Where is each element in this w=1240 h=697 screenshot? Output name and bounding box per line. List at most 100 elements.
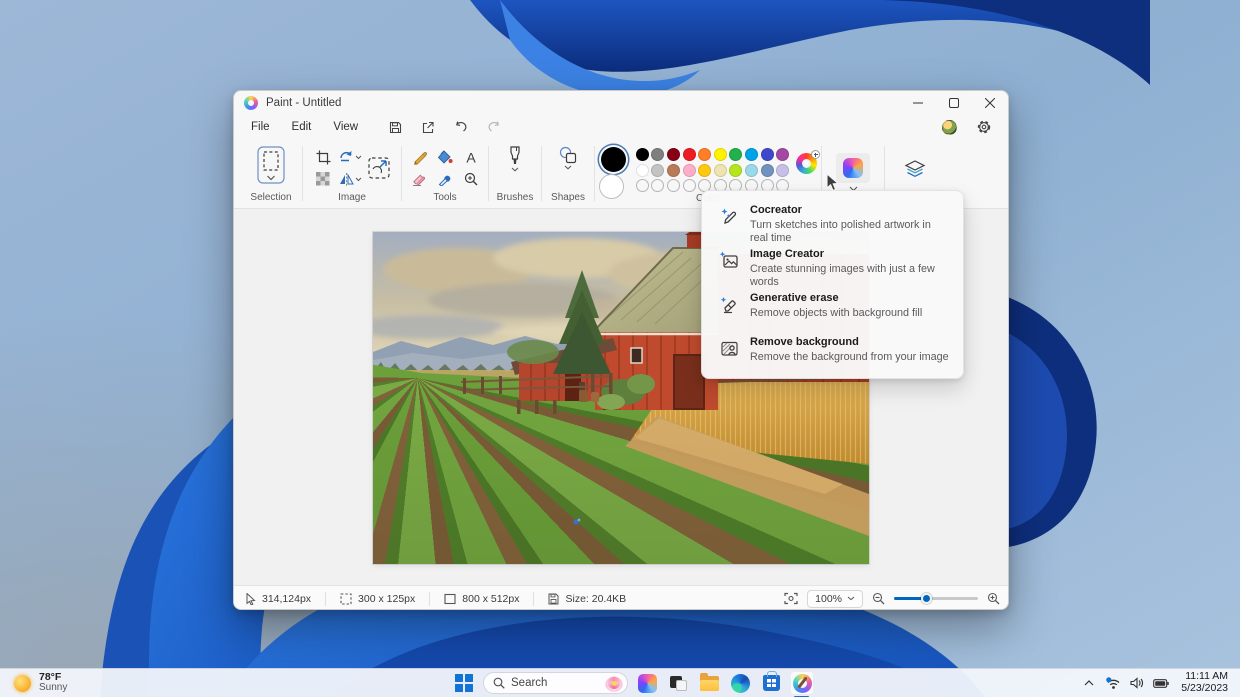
menu-item-generative-erase[interactable]: Generative erase Remove objects with bac… bbox=[705, 285, 960, 329]
zoom-dropdown[interactable]: 100% bbox=[807, 589, 863, 608]
eyedropper-icon[interactable] bbox=[433, 169, 457, 189]
edit-colors-icon[interactable] bbox=[796, 150, 821, 174]
magnifier-icon[interactable] bbox=[459, 169, 483, 189]
menu-item-image-creator[interactable]: Image Creator Create stunning images wit… bbox=[705, 241, 960, 288]
layers-button[interactable] bbox=[898, 153, 932, 187]
redo-icon[interactable] bbox=[482, 117, 506, 137]
transparent-selection-icon[interactable] bbox=[311, 169, 335, 189]
undo-icon[interactable] bbox=[449, 117, 473, 137]
shapes-icon[interactable] bbox=[559, 146, 577, 170]
share-icon[interactable] bbox=[416, 117, 440, 137]
taskbar-item-edge[interactable] bbox=[728, 671, 752, 695]
copilot-icon bbox=[843, 158, 863, 178]
color-swatch[interactable] bbox=[698, 163, 712, 177]
shapes-group: Shapes bbox=[544, 139, 592, 208]
menu-item-title: Generative erase bbox=[750, 292, 839, 304]
tools-group-label: Tools bbox=[433, 192, 457, 203]
copilot-button[interactable] bbox=[836, 153, 870, 183]
color-swatch[interactable] bbox=[698, 148, 712, 161]
zoom-in-icon[interactable] bbox=[987, 592, 1000, 605]
flip-icon[interactable] bbox=[338, 169, 362, 189]
empty-color-slot[interactable] bbox=[682, 179, 696, 193]
menu-view[interactable]: View bbox=[322, 118, 369, 136]
crop-icon[interactable] bbox=[311, 147, 335, 167]
cursor-position: 314,124px bbox=[242, 592, 315, 605]
network-icon[interactable] bbox=[1103, 672, 1123, 694]
selection-size: 300 x 125px bbox=[336, 593, 419, 605]
save-icon[interactable] bbox=[383, 117, 407, 137]
canvas-size: 800 x 512px bbox=[440, 593, 523, 605]
title-bar[interactable]: Paint - Untitled bbox=[234, 91, 1008, 115]
color-grid bbox=[635, 147, 790, 193]
taskbar-item-copilot[interactable] bbox=[635, 671, 659, 695]
pencil-icon[interactable] bbox=[407, 147, 431, 167]
taskbar-item-paint[interactable] bbox=[790, 671, 814, 697]
weather-widget[interactable]: 78°F Sunny bbox=[8, 669, 73, 697]
color-swatch[interactable] bbox=[744, 163, 758, 177]
menu-item-description: Remove objects with background fill bbox=[750, 307, 923, 320]
fit-to-window-icon[interactable] bbox=[784, 592, 798, 605]
menu-edit[interactable]: Edit bbox=[281, 118, 323, 136]
color-swatch[interactable] bbox=[729, 163, 743, 177]
resize-icon[interactable] bbox=[364, 153, 394, 183]
empty-color-slot[interactable] bbox=[667, 179, 681, 193]
brush-icon[interactable] bbox=[508, 146, 522, 172]
menu-file[interactable]: File bbox=[240, 118, 281, 136]
zoom-slider[interactable] bbox=[894, 593, 978, 604]
color-swatch[interactable] bbox=[651, 148, 665, 161]
windows-logo-icon bbox=[455, 674, 473, 692]
selection-tool-icon[interactable] bbox=[257, 146, 285, 184]
brushes-group: Brushes bbox=[491, 139, 539, 208]
empty-color-slot[interactable] bbox=[651, 179, 665, 193]
taskbar-item-store[interactable] bbox=[759, 671, 783, 695]
color-swatch[interactable] bbox=[635, 148, 649, 161]
taskbar-item-task-view[interactable] bbox=[666, 671, 690, 695]
color-swatch[interactable] bbox=[760, 148, 774, 161]
color-swatch[interactable] bbox=[667, 163, 681, 177]
file-size: Size: 20.4KB bbox=[544, 593, 630, 605]
menu-item-cocreator[interactable]: Cocreator Turn sketches into polished ar… bbox=[705, 197, 960, 244]
rotate-icon[interactable] bbox=[338, 147, 362, 167]
color-swatch[interactable] bbox=[635, 163, 649, 177]
zoom-slider-thumb[interactable] bbox=[920, 593, 932, 604]
foreground-color-swatch[interactable] bbox=[600, 147, 626, 172]
image-creator-icon bbox=[719, 250, 739, 270]
color-swatch[interactable] bbox=[713, 148, 727, 161]
color-swatch[interactable] bbox=[651, 163, 665, 177]
color-swatch[interactable] bbox=[682, 148, 696, 161]
menu-item-remove-background[interactable]: Remove background Remove the background … bbox=[705, 329, 960, 373]
color-swatch[interactable] bbox=[776, 163, 790, 177]
account-avatar[interactable] bbox=[942, 119, 957, 135]
color-swatch[interactable] bbox=[667, 148, 681, 161]
start-button[interactable] bbox=[452, 671, 476, 695]
maximize-button[interactable] bbox=[936, 91, 972, 115]
color-swatch[interactable] bbox=[744, 148, 758, 161]
color-swatch[interactable] bbox=[729, 148, 743, 161]
chevron-down-icon bbox=[847, 596, 855, 601]
color-swatch[interactable] bbox=[776, 148, 790, 161]
copilot-icon bbox=[637, 673, 657, 693]
battery-icon[interactable] bbox=[1151, 672, 1171, 694]
fill-icon[interactable] bbox=[433, 147, 457, 167]
color-swatch[interactable] bbox=[713, 163, 727, 177]
color-swatch[interactable] bbox=[760, 163, 774, 177]
taskbar-search[interactable]: Search bbox=[483, 672, 628, 694]
empty-color-slot[interactable] bbox=[635, 179, 649, 193]
zoom-out-icon[interactable] bbox=[872, 592, 885, 605]
tray-date: 5/23/2023 bbox=[1181, 682, 1228, 694]
ribbon-separator bbox=[401, 146, 402, 201]
window-title: Paint - Untitled bbox=[266, 97, 342, 109]
color-swatch[interactable] bbox=[682, 163, 696, 177]
background-color-swatch[interactable] bbox=[598, 174, 624, 199]
settings-gear-icon[interactable] bbox=[972, 117, 996, 137]
ribbon-separator bbox=[488, 146, 489, 201]
volume-icon[interactable] bbox=[1127, 672, 1147, 694]
menu-item-description: Remove the background from your image bbox=[750, 351, 949, 364]
tray-clock[interactable]: 11:11 AM 5/23/2023 bbox=[1175, 670, 1234, 695]
hidden-icons-chevron[interactable] bbox=[1079, 672, 1099, 694]
taskbar-item-file-explorer[interactable] bbox=[697, 671, 721, 695]
text-tool-icon[interactable]: A bbox=[459, 147, 483, 167]
close-button[interactable] bbox=[972, 91, 1008, 115]
minimize-button[interactable] bbox=[900, 91, 936, 115]
eraser-icon[interactable] bbox=[407, 169, 431, 189]
